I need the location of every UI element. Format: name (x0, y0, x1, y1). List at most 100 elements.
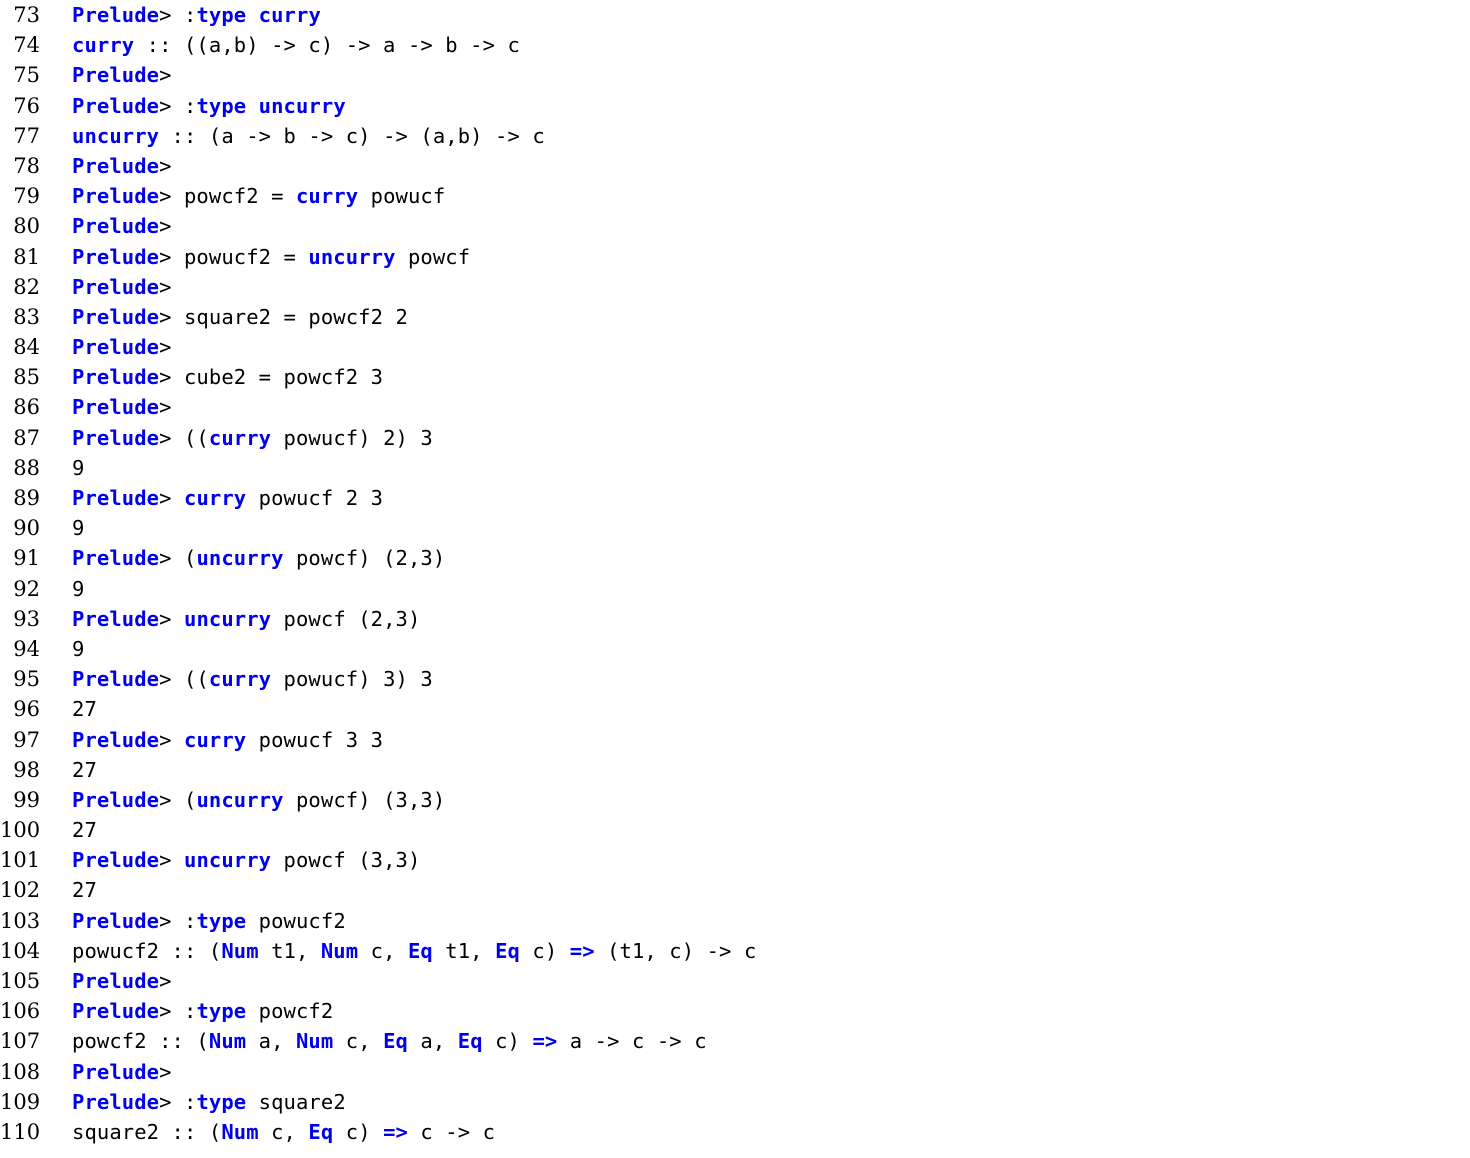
code-token-keyword: Num (221, 1119, 259, 1144)
code-line: 110 square2 :: (Num c, Eq c) => c -> c (0, 1117, 1470, 1147)
line-code: Prelude> ((curry powucf) 3) 3 (72, 664, 433, 694)
line-number: 97 (13, 727, 40, 752)
code-token-plain: c) (482, 1029, 533, 1054)
code-token-plain: > (159, 486, 184, 510)
code-line: 87 Prelude> ((curry powucf) 2) 3 (0, 423, 1470, 453)
line-number: 76 (13, 93, 40, 118)
line-number: 93 (13, 606, 40, 631)
code-token-keyword: Eq (407, 938, 433, 963)
line-code: Prelude> curry powucf 3 3 (72, 725, 383, 755)
code-token-keyword: Prelude (72, 606, 160, 631)
line-number: 109 (0, 1089, 41, 1114)
line-code: Prelude> (72, 211, 172, 241)
code-line: 103 Prelude> :type powucf2 (0, 906, 1470, 936)
line-number: 82 (13, 274, 40, 299)
code-token-keyword: Prelude (72, 63, 160, 88)
line-number: 95 (13, 667, 40, 692)
line-code: 27 (72, 815, 97, 845)
line-number: 99 (13, 787, 40, 812)
code-token-keyword: curry (184, 486, 247, 510)
code-token-plain: 27 (72, 697, 97, 722)
line-number: 79 (13, 184, 40, 209)
code-token-keyword: Prelude (72, 244, 160, 269)
line-code: Prelude> (72, 1057, 172, 1087)
line-code: uncurry :: (a -> b -> c) -> (a,b) -> c (72, 121, 545, 151)
code-token-keyword: uncurry (258, 93, 346, 118)
code-line: 83 Prelude> square2 = powcf2 2 (0, 302, 1470, 332)
line-number: 78 (13, 153, 40, 178)
code-line: 102 27 (0, 875, 1470, 905)
line-number: 73 (13, 3, 40, 27)
code-token-keyword: Num (208, 1029, 247, 1054)
code-line: 79 Prelude> powcf2 = curry powucf (0, 181, 1470, 211)
line-number: 107 (0, 1029, 41, 1054)
code-line: 96 27 (0, 694, 1470, 724)
line-code: Prelude> (72, 60, 172, 90)
code-token-plain: :: (a -> b -> c) -> (a,b) -> c (159, 123, 545, 148)
code-token-keyword: Eq (383, 1029, 408, 1054)
code-token-plain: c -> c (407, 1119, 496, 1144)
line-number: 86 (13, 395, 40, 420)
code-token-plain: > ( (159, 787, 197, 812)
code-token-keyword: => (383, 1119, 408, 1144)
line-code: 27 (72, 694, 97, 724)
code-token-plain: > (159, 1059, 172, 1084)
code-token-keyword: type (196, 1089, 247, 1114)
code-token-keyword: Num (221, 938, 259, 963)
code-token-plain: 9 (72, 636, 85, 661)
code-token-plain: > (159, 848, 184, 873)
code-line: 75 Prelude> (0, 60, 1470, 90)
code-token-plain: c, (333, 1029, 384, 1054)
line-code: Prelude> uncurry powcf (2,3) (72, 604, 420, 634)
code-token-keyword: curry (258, 3, 321, 27)
line-number: 87 (13, 425, 40, 450)
code-token-keyword: Prelude (72, 999, 160, 1024)
code-token-plain: a -> c -> c (557, 1029, 707, 1054)
code-token-plain: > cube2 = powcf2 3 (159, 365, 384, 390)
code-line: 101 Prelude> uncurry powcf (3,3) (0, 845, 1470, 875)
line-code: 9 (72, 634, 84, 664)
code-token-plain: > (159, 153, 172, 178)
line-number: 98 (13, 757, 40, 782)
code-listing: 73 Prelude> :type curry 74 curry :: ((a,b) … (0, 0, 1470, 1158)
line-code: 27 (72, 755, 97, 785)
code-token-keyword: Prelude (72, 365, 160, 390)
line-code: 9 (72, 453, 84, 483)
line-code: Prelude> cube2 = powcf2 3 (72, 362, 383, 392)
code-token-plain: 27 (72, 757, 97, 782)
code-token-keyword: curry (184, 727, 247, 752)
line-code: 27 (72, 875, 97, 905)
code-token-keyword: => (532, 1029, 558, 1054)
code-token-plain: > powcf2 = (159, 184, 296, 209)
code-line: 89 Prelude> curry powucf 2 3 (0, 483, 1470, 513)
line-code: Prelude> :type uncurry (72, 91, 346, 121)
line-number: 101 (0, 848, 41, 873)
code-token-plain: > (159, 969, 172, 993)
code-token-plain: powcf (395, 244, 471, 269)
line-number: 83 (13, 304, 40, 329)
code-token-plain: > : (159, 1089, 197, 1114)
code-token-plain: t1, (432, 938, 496, 963)
code-token-plain: powucf2 :: ( (72, 938, 222, 963)
code-line: 85 Prelude> cube2 = powcf2 3 (0, 362, 1470, 392)
line-number: 80 (13, 214, 40, 239)
code-token-plain: powcf (3,3) (271, 848, 421, 873)
line-number: 74 (13, 33, 40, 58)
code-token-keyword: uncurry (184, 606, 272, 631)
code-line: 91 Prelude> (uncurry powcf) (2,3) (0, 543, 1470, 573)
code-line: 99 Prelude> (uncurry powcf) (3,3) (0, 785, 1470, 815)
code-token-keyword: uncurry (196, 787, 284, 812)
line-number: 110 (0, 1119, 41, 1144)
line-number: 102 (0, 878, 41, 903)
code-token-keyword: Prelude (72, 425, 160, 450)
code-token-keyword: Prelude (72, 486, 160, 510)
code-token-keyword: Prelude (72, 908, 160, 933)
code-token-plain: square2 (246, 1089, 346, 1114)
code-token-keyword: Num (320, 938, 359, 963)
code-line: 90 9 (0, 513, 1470, 543)
code-token-keyword: Prelude (72, 304, 160, 329)
line-number: 90 (13, 516, 40, 541)
line-code: Prelude> (uncurry powcf) (2,3) (72, 543, 445, 573)
line-number: 77 (13, 123, 40, 148)
